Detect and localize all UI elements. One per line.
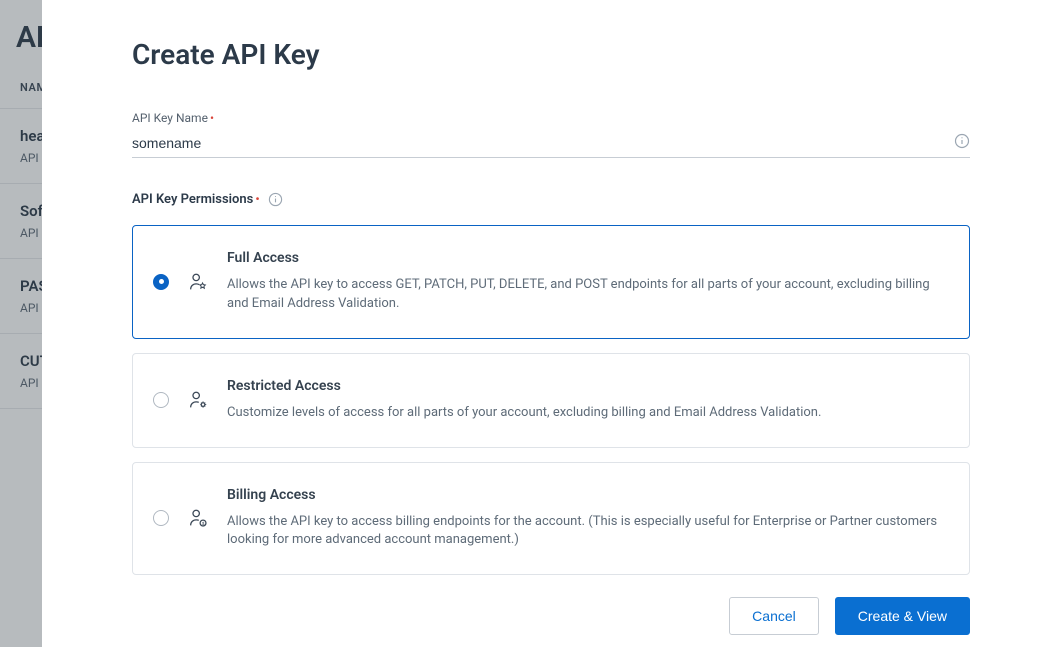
option-title: Billing Access xyxy=(227,487,945,503)
permission-option-billing-access[interactable]: $ Billing Access Allows the API key to a… xyxy=(132,462,970,576)
radio-button[interactable] xyxy=(153,274,169,290)
permissions-label: API Key Permissions• xyxy=(132,192,260,207)
user-dollar-icon: $ xyxy=(187,507,209,529)
option-description: Allows the API key to access billing end… xyxy=(227,513,945,551)
cancel-button[interactable]: Cancel xyxy=(729,597,819,635)
create-api-key-modal: Create API Key API Key Name• API Key Per… xyxy=(42,0,1060,647)
required-indicator: • xyxy=(210,111,214,125)
radio-button[interactable] xyxy=(153,392,169,408)
user-star-icon xyxy=(187,271,209,293)
info-icon[interactable] xyxy=(954,133,970,149)
option-description: Allows the API key to access GET, PATCH,… xyxy=(227,276,945,314)
permission-option-restricted-access[interactable]: Restricted Access Customize levels of ac… xyxy=(132,353,970,448)
user-gear-icon xyxy=(187,389,209,411)
option-title: Restricted Access xyxy=(227,378,945,394)
radio-button[interactable] xyxy=(153,510,169,526)
api-key-name-label: API Key Name• xyxy=(132,111,970,125)
api-key-name-input[interactable] xyxy=(132,129,970,158)
permission-option-full-access[interactable]: Full Access Allows the API key to access… xyxy=(132,225,970,339)
required-indicator: • xyxy=(255,192,259,206)
option-description: Customize levels of access for all parts… xyxy=(227,404,945,423)
info-icon[interactable] xyxy=(268,192,283,207)
modal-title: Create API Key xyxy=(132,38,970,71)
option-title: Full Access xyxy=(227,250,945,266)
create-and-view-button[interactable]: Create & View xyxy=(835,597,970,635)
